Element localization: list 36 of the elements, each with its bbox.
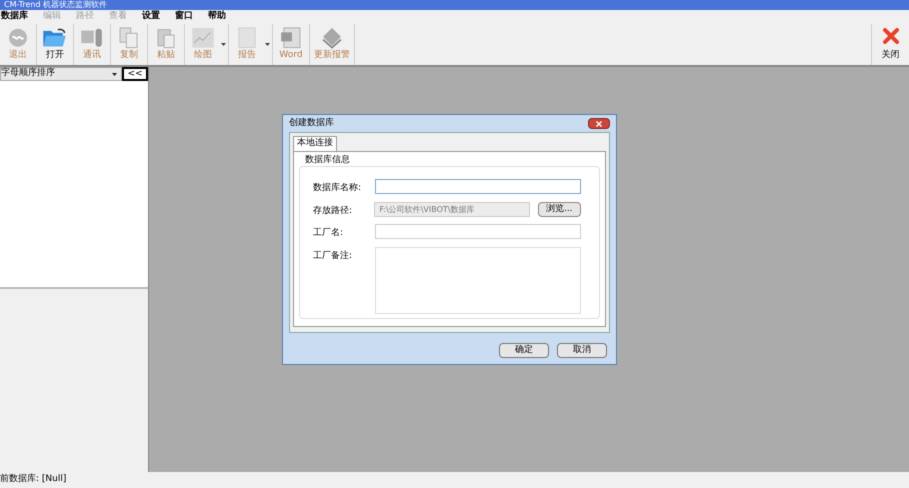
sort-select[interactable]: 字母顺序排序 — [0, 67, 122, 81]
input-field[interactable] — [375, 224, 581, 239]
toolbar-button[interactable]: 打开 — [37, 24, 73, 65]
dialog-title: 创建数据库 — [289, 116, 334, 130]
globe-icon — [6, 27, 30, 48]
device-icon — [79, 27, 105, 48]
browse-button[interactable]: 浏览... — [538, 202, 581, 216]
close-icon — [882, 27, 900, 45]
document-icon — [236, 27, 258, 48]
close-button[interactable] — [588, 118, 610, 129]
notes-field[interactable] — [375, 246, 581, 314]
menu-item[interactable]: 窗口 — [175, 10, 193, 24]
menu-item[interactable]: 帮助 — [208, 10, 226, 24]
field-label: 存放路径: — [313, 204, 354, 218]
close-button[interactable]: 关闭 — [871, 24, 909, 65]
group-title: 数据库信息 — [305, 155, 351, 166]
dialog-button[interactable]: 取消 — [557, 343, 607, 358]
menu-item[interactable]: 设置 — [142, 10, 160, 24]
field-label: 数据库名称: — [313, 182, 362, 195]
window-title: CM-Trend 机器状态监测软件 — [3, 0, 108, 10]
folder-icon — [42, 27, 68, 48]
status-text: 前数据库: [Null] — [0, 473, 66, 486]
close-icon — [596, 120, 602, 126]
chart-icon — [190, 27, 216, 48]
collapse-button[interactable]: << — [122, 67, 148, 81]
menu-item[interactable]: 数据库 — [1, 10, 28, 24]
field-label: 工厂名: — [313, 226, 344, 240]
path-field[interactable]: F:\公司软件\VIBOT\数据库 — [374, 202, 530, 216]
field-label: 工厂备注: — [313, 250, 354, 262]
dropdown-arrow-icon — [112, 72, 117, 76]
documents-icon — [118, 27, 140, 48]
input-field[interactable] — [375, 179, 581, 194]
dialog-button[interactable]: 确定 — [499, 343, 549, 358]
clipboard-icon — [155, 27, 177, 48]
dialog-tab[interactable]: 本地连接 — [293, 136, 337, 151]
word-document-icon — [279, 27, 303, 48]
